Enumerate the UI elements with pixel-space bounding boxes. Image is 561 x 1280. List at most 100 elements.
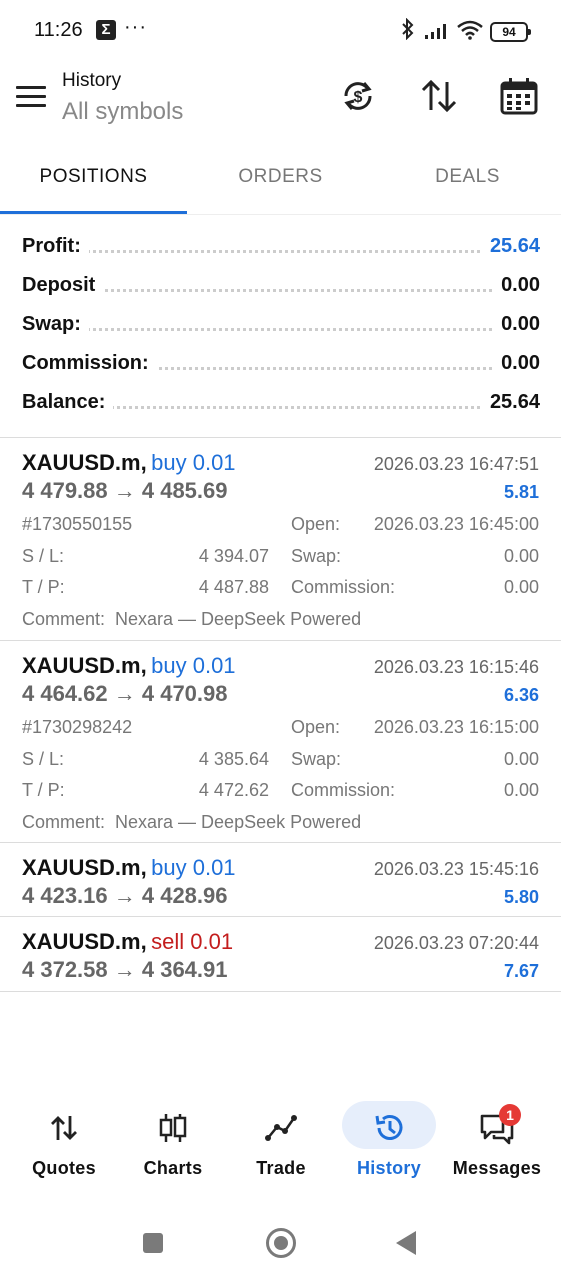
tp-label: T / P: [22, 780, 65, 800]
position-id: #1730298242 [22, 717, 133, 737]
tp-value: 4 472.62 [198, 780, 269, 800]
open-label: Open: [291, 717, 341, 737]
status-bar: 11:26 Σ ··· 94 [0, 0, 561, 62]
signal-icon [425, 24, 446, 39]
summary-row-swap: Swap: 0.00 [22, 313, 540, 343]
swap-label: Swap: [291, 546, 342, 566]
position-close-time: 2026.03.23 15:45:16 [373, 859, 539, 879]
position-header: XAUUSD.m, buy 0.01 [22, 855, 236, 881]
position-id: #1730550155 [22, 514, 133, 534]
summary-value: 0.00 [493, 352, 540, 375]
history-icon [375, 1115, 403, 1140]
position-type: sell 0.01 [151, 929, 234, 954]
summary-row-deposit: Deposit 0.00 [22, 274, 540, 304]
nav-quotes[interactable]: Quotes [8, 1100, 120, 1190]
open-time: 2026.03.23 16:45:00 [373, 514, 539, 534]
tab-orders[interactable]: ORDERS [187, 166, 374, 188]
nav-label: History [356, 1158, 422, 1178]
position-header: XAUUSD.m, buy 0.01 [22, 450, 236, 476]
swap-label: Swap: [291, 749, 342, 769]
summary-value: 0.00 [493, 313, 540, 336]
tab-positions[interactable]: POSITIONS [0, 166, 187, 188]
position-symbol: XAUUSD.m, [22, 929, 147, 954]
nav-messages[interactable]: Messages [441, 1100, 553, 1190]
position-prices: 4 423.16 → 4 428.96 [22, 883, 228, 908]
swap-value: 0.00 [503, 749, 539, 769]
position-type: buy 0.01 [151, 450, 236, 475]
position-item[interactable]: XAUUSD.m, buy 0.01 2026.03.23 15:45:16 4… [0, 843, 561, 916]
page-title: History [62, 70, 122, 91]
symbol-filter[interactable]: All symbols [62, 98, 183, 126]
summary-row-balance: Balance: 25.64 [22, 391, 540, 421]
status-time: 11:26 [34, 19, 83, 41]
position-close-time: 2026.03.23 07:20:44 [373, 933, 539, 953]
wifi-icon [457, 20, 483, 40]
tp-label: T / P: [22, 577, 65, 597]
position-type: buy 0.01 [151, 855, 236, 880]
summary-label: Deposit [22, 274, 104, 297]
svg-text:$: $ [354, 89, 363, 106]
position-profit: 6.36 [503, 685, 539, 705]
position-profit: 7.67 [503, 961, 539, 981]
position-close-time: 2026.03.23 16:15:46 [373, 657, 539, 677]
position-comment: Comment: Nexara — DeepSeek Powered [22, 609, 362, 629]
position-header: XAUUSD.m, sell 0.01 [22, 929, 233, 955]
swap-value: 0.00 [503, 546, 539, 566]
sl-value: 4 394.07 [198, 546, 269, 566]
position-header: XAUUSD.m, buy 0.01 [22, 653, 236, 679]
summary-label: Profit: [22, 235, 89, 258]
summary-value: 25.64 [481, 391, 540, 414]
sort-icon[interactable] [419, 76, 459, 116]
nav-label: Trade [256, 1158, 306, 1178]
sl-value: 4 385.64 [198, 749, 269, 769]
calendar-icon[interactable] [499, 76, 539, 116]
tab-divider [0, 214, 561, 215]
menu-icon[interactable] [16, 86, 46, 113]
sl-label: S / L: [22, 749, 65, 769]
tab-deals[interactable]: DEALS [374, 166, 561, 188]
candlestick-icon [159, 1114, 187, 1142]
divider [0, 991, 561, 992]
position-symbol: XAUUSD.m, [22, 855, 147, 880]
bluetooth-icon [402, 18, 414, 40]
home-button[interactable] [266, 1228, 296, 1258]
position-comment: Comment: Nexara — DeepSeek Powered [22, 812, 362, 832]
summary-row-commission: Commission: 0.00 [22, 352, 540, 382]
sl-label: S / L: [22, 546, 65, 566]
commission-label: Commission: [291, 577, 396, 597]
back-button[interactable] [396, 1231, 416, 1255]
open-time: 2026.03.23 16:15:00 [373, 717, 539, 737]
trade-line-icon [265, 1115, 297, 1141]
nav-charts[interactable]: Charts [117, 1100, 229, 1190]
position-profit: 5.80 [503, 887, 539, 907]
nav-label: Charts [143, 1158, 203, 1178]
status-more: ··· [124, 16, 147, 38]
recent-apps-button[interactable] [143, 1233, 163, 1253]
commission-value: 0.00 [503, 577, 539, 597]
nav-history[interactable]: History [333, 1100, 445, 1190]
battery-indicator: 94 [490, 22, 531, 42]
summary-value: 0.00 [493, 274, 540, 297]
commission-value: 0.00 [503, 780, 539, 800]
tp-value: 4 487.88 [198, 577, 269, 597]
open-label: Open: [291, 514, 341, 534]
currency-refresh-icon[interactable]: $ [338, 76, 378, 116]
position-prices: 4 372.58 → 4 364.91 [22, 957, 228, 982]
position-prices: 4 464.62 → 4 470.98 [22, 681, 228, 706]
summary-label: Balance: [22, 391, 114, 414]
position-item[interactable]: XAUUSD.m, buy 0.01 2026.03.23 16:47:51 4… [0, 438, 561, 640]
nav-label: Messages [452, 1158, 542, 1178]
nav-trade[interactable]: Trade [225, 1100, 337, 1190]
summary-label: Swap: [22, 313, 89, 336]
commission-label: Commission: [291, 780, 396, 800]
position-item[interactable]: XAUUSD.m, sell 0.01 2026.03.23 07:20:44 … [0, 917, 561, 991]
summary-value: 25.64 [481, 235, 540, 258]
position-symbol: XAUUSD.m, [22, 653, 147, 678]
messages-badge: 1 [499, 1104, 521, 1126]
nav-label: Quotes [32, 1158, 96, 1178]
app-notification-icon: Σ [96, 20, 116, 40]
quotes-icon [51, 1116, 77, 1140]
position-item[interactable]: XAUUSD.m, buy 0.01 2026.03.23 16:15:46 4… [0, 641, 561, 843]
summary-row-profit: Profit: 25.64 [22, 235, 540, 265]
position-type: buy 0.01 [151, 653, 236, 678]
